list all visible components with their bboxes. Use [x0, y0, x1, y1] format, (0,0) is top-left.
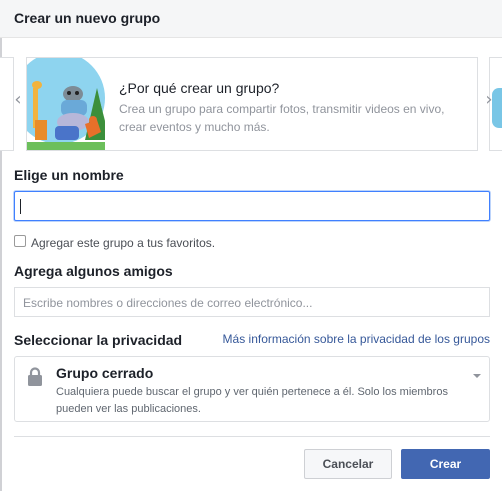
chevron-right-icon[interactable]: ›	[481, 89, 497, 111]
add-friends-input[interactable]: Escribe nombres o direcciones de correo …	[14, 287, 490, 317]
tip-card-title: ¿Por qué crear un grupo?	[119, 80, 280, 96]
chevron-down-icon[interactable]	[473, 374, 481, 378]
dialog-header: Crear un nuevo grupo	[0, 0, 502, 38]
group-name-label: Elige un nombre	[14, 167, 124, 183]
privacy-info-link[interactable]: Más información sobre la privacidad de l…	[223, 332, 490, 346]
privacy-label: Seleccionar la privacidad	[14, 332, 183, 348]
tip-card: ¿Por qué crear un grupo? Crea un grupo p…	[26, 57, 478, 151]
cancel-button[interactable]: Cancelar	[304, 449, 392, 479]
group-name-input[interactable]	[14, 191, 490, 221]
add-friends-placeholder: Escribe nombres o direcciones de correo …	[23, 296, 313, 310]
group-tips-carousel: ¿Por qué crear un grupo? Crea un grupo p…	[0, 55, 502, 151]
privacy-option-title: Grupo cerrado	[56, 365, 154, 381]
tip-card-description: Crea un grupo para compartir fotos, tran…	[119, 102, 445, 134]
favorite-checkbox-label[interactable]: Agregar este grupo a tus favoritos.	[31, 236, 215, 250]
animals-illustration	[27, 58, 105, 150]
dialog-title: Crear un nuevo grupo	[14, 10, 161, 26]
chevron-left-icon[interactable]: ‹	[10, 89, 26, 111]
text-cursor	[20, 199, 21, 214]
privacy-option-description: Cualquiera puede buscar el grupo y ver q…	[56, 386, 448, 415]
privacy-selector[interactable]: Grupo cerrado Cualquiera puede buscar el…	[14, 356, 490, 422]
footer-divider	[14, 436, 490, 437]
lock-icon	[28, 367, 42, 386]
create-button[interactable]: Crear	[401, 449, 490, 479]
favorite-checkbox[interactable]	[14, 235, 26, 247]
add-friends-label: Agrega algunos amigos	[14, 263, 173, 279]
